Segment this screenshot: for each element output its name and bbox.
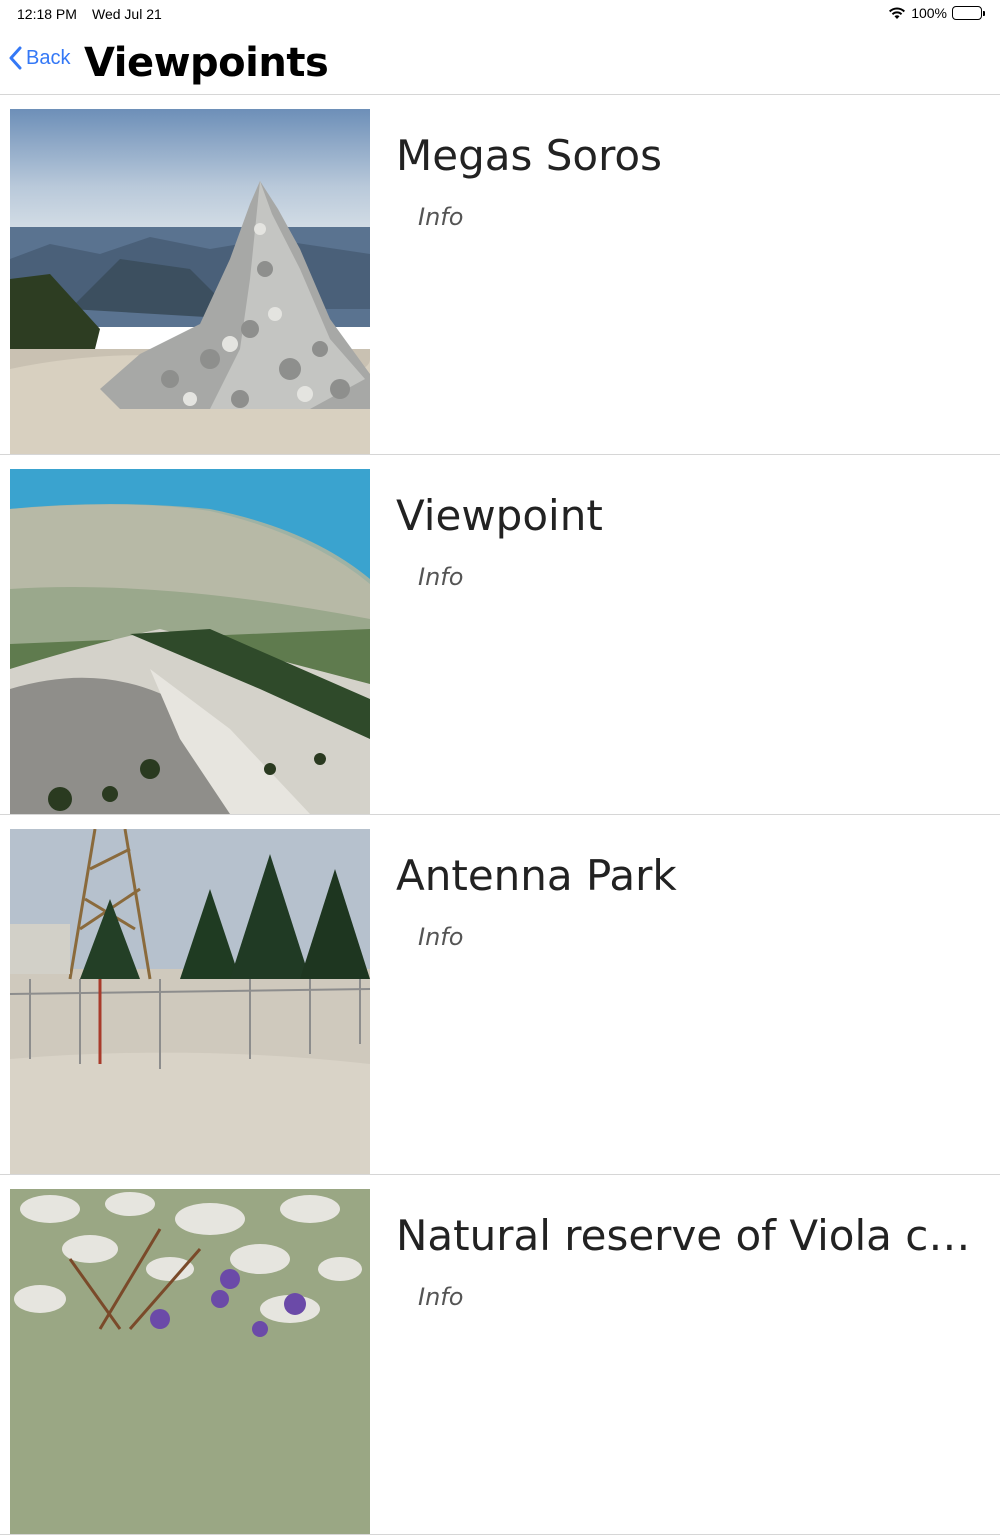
violets-rocks-photo [10,1189,370,1534]
back-label: Back [26,46,71,69]
status-time: 12:18 PM [17,6,77,22]
status-indicators: 100% [888,5,985,21]
status-date: Wed Jul 21 [92,6,162,22]
battery-percent: 100% [911,5,947,21]
info-link[interactable]: Info [418,923,463,951]
viewpoints-list: Megas Soros Info Viewpoint Info Antenna … [0,95,1000,1535]
list-item[interactable]: Viewpoint Info [0,455,1000,815]
navigation-bar: Back Viewpoints [0,30,1000,95]
antenna-fir-trees-photo [10,829,370,1174]
page-title: Viewpoints [84,40,329,86]
chevron-left-icon [9,46,22,70]
info-link[interactable]: Info [418,563,463,591]
info-link[interactable]: Info [418,203,463,231]
list-item[interactable]: Megas Soros Info [0,95,1000,455]
list-item[interactable]: Natural reserve of Viola cep... Info [0,1175,1000,1535]
info-link[interactable]: Info [418,1283,463,1311]
mountain-coast-photo [10,469,370,814]
battery-icon [952,6,985,20]
item-title: Megas Soros [396,131,662,180]
stone-cairn-photo [10,109,370,454]
status-bar: 12:18 PM Wed Jul 21 100% [0,0,1000,30]
wifi-icon [888,6,906,20]
item-title: Viewpoint [396,491,603,540]
item-title: Natural reserve of Viola cep... [396,1211,986,1260]
back-button[interactable]: Back [8,46,70,70]
item-title: Antenna Park [396,851,677,900]
list-item[interactable]: Antenna Park Info [0,815,1000,1175]
